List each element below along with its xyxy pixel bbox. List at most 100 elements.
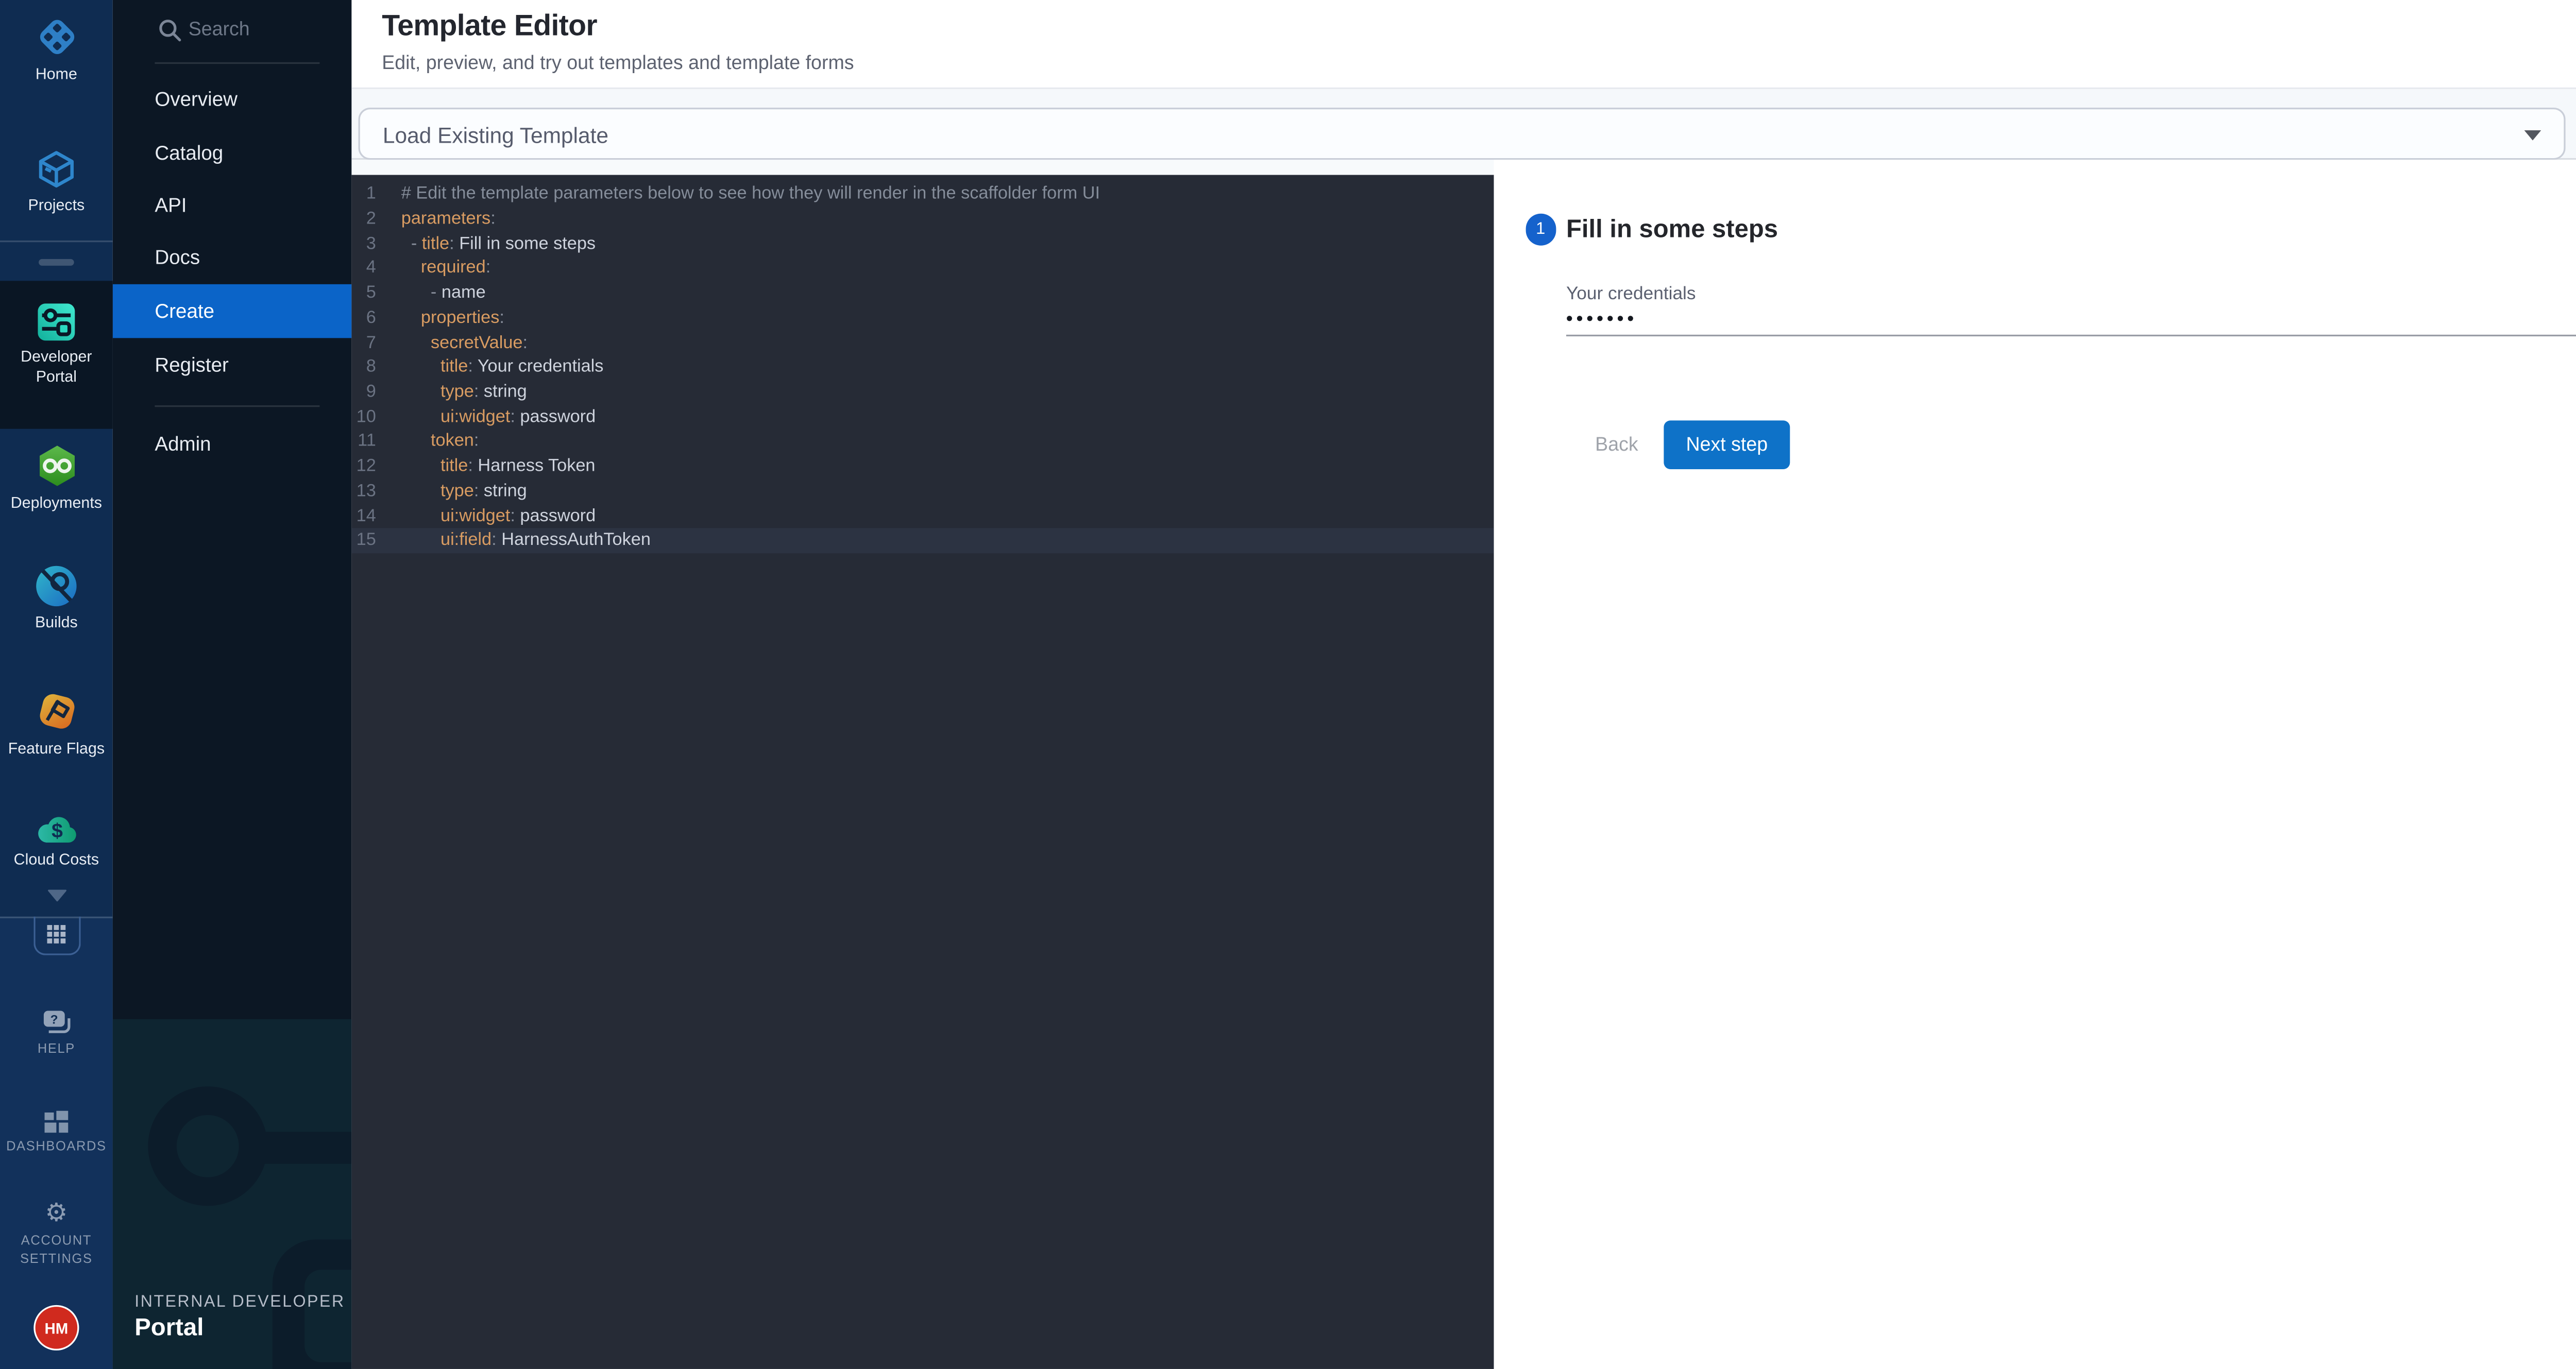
dashboards-icon (44, 1110, 69, 1134)
sidebar-item-label: ACCOUNT SETTINGS (4, 1233, 108, 1268)
nav-item-api[interactable]: API (113, 178, 352, 232)
line-number: 10 (351, 405, 376, 430)
line-number: 7 (351, 331, 376, 355)
line-number: 5 (351, 281, 376, 306)
nav-item-create[interactable]: Create (113, 284, 352, 338)
credentials-input[interactable]: ••••••• (1566, 301, 2576, 336)
code-line[interactable]: 1# Edit the template parameters below to… (351, 182, 1494, 207)
main-content: Template Editor Edit, preview, and try o… (351, 0, 2576, 1369)
sidebar-item-label: Projects (3, 197, 110, 216)
code-line[interactable]: 8 title: Your credentials (351, 355, 1494, 380)
next-step-button[interactable]: Next step (1664, 420, 1790, 469)
code-text: - title: Fill in some steps (401, 231, 596, 256)
step-number-badge: 1 (1525, 214, 1556, 245)
sidebar-item-developer-portal[interactable]: Developer Portal (0, 281, 113, 429)
code-text: parameters: (401, 207, 496, 231)
sidebar-item-label: Builds (3, 614, 110, 634)
sidebar-item-dashboards[interactable]: DASHBOARDS (0, 1110, 113, 1156)
line-number: 13 (351, 479, 376, 504)
sidebar-item-projects[interactable]: Projects (0, 148, 113, 216)
code-text: properties: (401, 306, 504, 331)
gear-icon: ⚙ (0, 1201, 113, 1227)
code-line[interactable]: 14 ui:widget: password (351, 504, 1494, 528)
code-line[interactable]: 12 title: Harness Token (351, 454, 1494, 479)
select-value: Load Existing Template (383, 122, 608, 147)
page-title: Template Editor (382, 8, 597, 44)
nav-item-docs[interactable]: Docs (113, 230, 352, 284)
code-editor-surface[interactable]: 1# Edit the template parameters below to… (351, 175, 1494, 1369)
line-number: 11 (351, 430, 376, 454)
search-placeholder: Search (189, 20, 250, 40)
sidebar-item-label: Home (3, 65, 110, 85)
sidebar-item-deployments[interactable]: Deployments (0, 444, 113, 514)
code-line[interactable]: 9 type: string (351, 380, 1494, 405)
sidebar-item-home[interactable]: Home (0, 15, 113, 85)
deployments-icon (35, 444, 78, 488)
code-text: title: Your credentials (401, 355, 604, 380)
sidebar-item-account-settings[interactable]: ⚙ ACCOUNT SETTINGS (0, 1201, 113, 1268)
branding-line1: INTERNAL DEVELOPER (134, 1293, 345, 1312)
sidebar-divider (0, 240, 113, 242)
sidebar-item-label: Developer Portal (3, 348, 110, 387)
developer-portal-icon (37, 303, 76, 341)
sidebar-item-label: HELP (4, 1041, 108, 1058)
code-text: ui:widget: password (401, 504, 596, 528)
app-window: Home Projects (0, 0, 2576, 1369)
code-text: secretValue: (401, 331, 528, 355)
sidebar-item-builds[interactable]: Builds (0, 565, 113, 633)
code-text: title: Harness Token (401, 454, 596, 479)
back-button[interactable]: Back (1583, 420, 1651, 469)
line-number: 15 (351, 528, 376, 553)
step-title: Fill in some steps (1566, 214, 1778, 243)
code-text: type: string (401, 380, 527, 405)
sidebar-item-feature-flags[interactable]: Feature Flags (0, 690, 113, 760)
line-number: 12 (351, 454, 376, 479)
line-number: 6 (351, 306, 376, 331)
template-form-preview: 1 Fill in some steps Your credentials ••… (1494, 160, 2576, 1369)
code-text: ui:field: HarnessAuthToken (401, 528, 651, 553)
code-line[interactable]: 7 secretValue: (351, 331, 1494, 355)
sidebar-item-label: Cloud Costs (3, 851, 110, 870)
code-line[interactable]: 2 parameters: (351, 207, 1494, 231)
primary-sidebar: Home Projects (0, 0, 113, 1369)
all-modules-button[interactable] (33, 917, 80, 954)
sidebar-drag-handle[interactable] (39, 259, 74, 265)
nav-item-overview[interactable]: Overview (113, 72, 352, 126)
nav-item-admin[interactable]: Admin (113, 417, 352, 471)
code-line[interactable]: 10 ui:widget: password (351, 405, 1494, 430)
code-line[interactable]: 13 type: string (351, 479, 1494, 504)
svg-text:$: $ (50, 820, 62, 842)
chevron-down-icon[interactable] (46, 889, 66, 901)
code-line[interactable]: 5 - name (351, 281, 1494, 306)
nav-item-register[interactable]: Register (113, 338, 352, 391)
line-number: 8 (351, 355, 376, 380)
line-number: 4 (351, 256, 376, 281)
code-line[interactable]: 11 token: (351, 430, 1494, 454)
builds-icon (36, 565, 78, 607)
nav-item-catalog[interactable]: Catalog (113, 126, 352, 180)
secondary-sidebar: Search Overview Catalog API Docs Create … (113, 0, 352, 1369)
sidebar-item-cloud-costs[interactable]: $ Cloud Costs (0, 811, 113, 870)
cube-icon (36, 148, 78, 190)
cloud-costs-icon: $ (35, 811, 78, 844)
code-text: token: (401, 430, 479, 454)
code-line[interactable]: 15 ui:field: HarnessAuthToken (351, 528, 1494, 553)
avatar[interactable]: HM (33, 1305, 79, 1350)
load-template-select[interactable]: Load Existing Template (358, 107, 2565, 160)
portal-branding: INTERNAL DEVELOPER Portal (134, 1293, 345, 1342)
harness-home-icon (35, 15, 78, 59)
search-input[interactable]: Search (113, 10, 352, 50)
code-line[interactable]: 3 - title: Fill in some steps (351, 231, 1494, 256)
template-select-band: Load Existing Template (351, 89, 2576, 160)
code-text: - name (401, 281, 486, 306)
code-line[interactable]: 6 properties: (351, 306, 1494, 331)
sidebar-item-label: Deployments (3, 494, 110, 514)
sidebar-item-help[interactable]: ? HELP (0, 1009, 113, 1058)
line-number: 2 (351, 207, 376, 231)
search-icon (158, 19, 182, 42)
svg-text:?: ? (49, 1013, 57, 1026)
code-line[interactable]: 4 required: (351, 256, 1494, 281)
divider (155, 62, 319, 64)
feature-flags-icon (35, 690, 78, 733)
template-code-editor: 1# Edit the template parameters below to… (351, 160, 1494, 1369)
